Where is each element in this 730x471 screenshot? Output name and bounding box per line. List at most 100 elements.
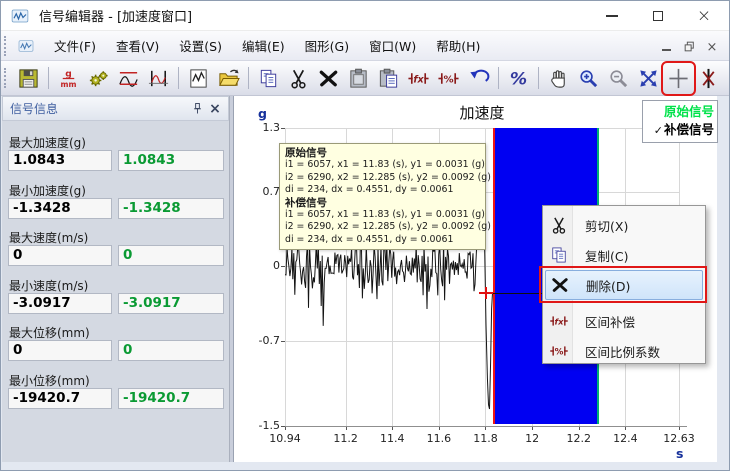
toolbar-button-zoom-out[interactable]: [605, 65, 632, 92]
mdi-restore-button[interactable]: [682, 39, 696, 53]
interval-fx-icon: [407, 67, 430, 90]
menu-编辑[interactable]: 编辑(E): [232, 31, 295, 60]
unit-g-mm-icon: [57, 67, 80, 90]
toolbar-button-curve-window[interactable]: [145, 65, 172, 92]
app-icon: [9, 7, 31, 25]
toolbar-button-paste[interactable]: [345, 65, 372, 92]
toolbar-button-paste-special[interactable]: [375, 65, 402, 92]
mdi-document-icon[interactable]: [16, 38, 36, 54]
legend-entry-original[interactable]: 原始信号: [646, 103, 714, 121]
toolbar-button-delete[interactable]: [315, 65, 342, 92]
paste-special-icon: [377, 67, 400, 90]
curve-window-icon: [147, 67, 170, 90]
interval-percent-icon: [549, 341, 569, 361]
pin-button[interactable]: [188, 100, 206, 118]
toolbar-button-interval-scale[interactable]: [435, 65, 462, 92]
menus: 文件(F)查看(V)设置(S)编辑(E)图形(G)窗口(W)帮助(H): [44, 31, 490, 60]
mdi-controls: ×: [659, 31, 719, 61]
copy-icon: [549, 245, 569, 265]
toolbar-button-pan[interactable]: [545, 65, 572, 92]
hand-icon: [547, 67, 570, 90]
panel-close-button[interactable]: ×: [206, 100, 224, 118]
toolbar-button-curve-compensate[interactable]: [115, 65, 142, 92]
legend-check-icon: ✓: [654, 124, 663, 137]
context-menu-item-区间比例系数[interactable]: 区间比例系数: [545, 336, 703, 366]
toolbar-button-undo[interactable]: [465, 65, 492, 92]
field-value-compensated[interactable]: 1.0843: [118, 150, 224, 171]
window-frame-bottom: [1, 462, 729, 470]
menu-查看[interactable]: 查看(V): [106, 31, 169, 60]
context-menu-item-剪切[interactable]: 剪切(X): [545, 210, 703, 240]
field-value-compensated[interactable]: 0: [118, 245, 224, 266]
paste-icon: [347, 67, 370, 90]
mdi-minimize-icon: [662, 49, 671, 51]
field-value-original[interactable]: -1.3428: [8, 198, 112, 219]
signal-chart-icon: [187, 67, 210, 90]
field-value-original[interactable]: -3.0917: [8, 293, 112, 314]
toolbar-button-zoom-in[interactable]: [575, 65, 602, 92]
field-value-original[interactable]: -19420.7: [8, 388, 112, 409]
tooltip-line: di = 234, dx = 0.4551, dy = 0.0061: [285, 184, 480, 196]
menubar-grip[interactable]: [4, 36, 9, 56]
app-window: 信号编辑器 - [加速度窗口] × 文件(F)查看(V)设置(S)编辑(E)图形…: [0, 0, 730, 471]
toolbar-button-save[interactable]: [15, 65, 42, 92]
mdi-close-button[interactable]: ×: [705, 39, 719, 53]
acceleration-chart[interactable]: 加速度 g s 10.9411.211.411.611.81212.212.41…: [233, 96, 718, 463]
field-label: 最小加速度(g): [9, 182, 86, 199]
field-label: 最小位移(mm): [9, 372, 90, 389]
context-menu-label: 剪切(X): [585, 216, 628, 235]
context-menu-item-删除[interactable]: 删除(D): [545, 270, 703, 300]
toolbar-button-cut[interactable]: [285, 65, 312, 92]
field-value-compensated[interactable]: -19420.7: [118, 388, 224, 409]
title-bar: 信号编辑器 - [加速度窗口] ×: [1, 1, 729, 31]
toolbar-button-unit-g-mm[interactable]: [55, 65, 82, 92]
minimize-icon: [606, 15, 618, 17]
menu-文件[interactable]: 文件(F): [44, 31, 106, 60]
tooltip-line: i1 = 6057, x1 = 11.83 (s), y1 = 0.0031 (…: [285, 209, 480, 221]
toolbar-button-zoom-fit[interactable]: [635, 65, 662, 92]
menu-图形[interactable]: 图形(G): [295, 31, 359, 60]
field-label: 最大位移(mm): [9, 324, 90, 341]
field-value-compensated[interactable]: -3.0917: [118, 293, 224, 314]
toolbar-buttons: [15, 65, 722, 92]
toolbar-grip[interactable]: [4, 68, 9, 88]
toolbar-button-copy[interactable]: [255, 65, 282, 92]
close-button[interactable]: ×: [681, 1, 727, 31]
legend-label: 补偿信号: [664, 122, 714, 137]
toolbar-button-crosshair[interactable]: [665, 65, 692, 92]
toolbar-button-signal-chart[interactable]: [185, 65, 212, 92]
context-menu-item-复制[interactable]: 复制(C): [545, 240, 703, 270]
field-value-original[interactable]: 0: [8, 245, 112, 266]
toolbar-button-process[interactable]: [85, 65, 112, 92]
toolbar-button-open[interactable]: [215, 65, 242, 92]
field-value-compensated[interactable]: 0: [118, 340, 224, 361]
zoom-out-icon: [607, 67, 630, 90]
minimize-button[interactable]: [589, 1, 635, 31]
delete-icon: [317, 67, 340, 90]
context-menu-label: 区间比例系数: [585, 342, 660, 361]
menu-窗口[interactable]: 窗口(W): [359, 31, 426, 60]
context-menu-item-区间补偿[interactable]: 区间补偿: [545, 306, 703, 336]
toolbar-button-peak-marker[interactable]: [695, 65, 722, 92]
field-value-original[interactable]: 0: [8, 340, 112, 361]
toolbar-button-percent[interactable]: [505, 65, 532, 92]
signal-info-header: 信号信息 ×: [2, 96, 229, 121]
context-menu-label: 区间补偿: [585, 312, 635, 331]
signal-info-fields: 最大加速度(g)1.08431.0843最小加速度(g)-1.3428-1.34…: [2, 121, 229, 463]
percent-icon: [507, 67, 530, 90]
legend-entry-compensated[interactable]: ✓补偿信号: [646, 121, 714, 140]
toolbar-separator: [498, 67, 499, 89]
field-value-compensated[interactable]: -1.3428: [118, 198, 224, 219]
tooltip-line: 补偿信号: [285, 197, 480, 209]
menu-设置[interactable]: 设置(S): [169, 31, 232, 60]
field-label: 最小速度(m/s): [9, 277, 88, 294]
close-icon: ×: [697, 6, 711, 26]
gears-icon: [87, 67, 110, 90]
maximize-button[interactable]: [635, 1, 681, 31]
mdi-minimize-button[interactable]: [659, 39, 673, 53]
open-folder-icon: [217, 67, 240, 90]
menu-帮助[interactable]: 帮助(H): [426, 31, 490, 60]
cursor-tooltip: 原始信号i1 = 6057, x1 = 11.83 (s), y1 = 0.00…: [279, 143, 486, 250]
toolbar-button-interval-compensate[interactable]: [405, 65, 432, 92]
field-value-original[interactable]: 1.0843: [8, 150, 112, 171]
